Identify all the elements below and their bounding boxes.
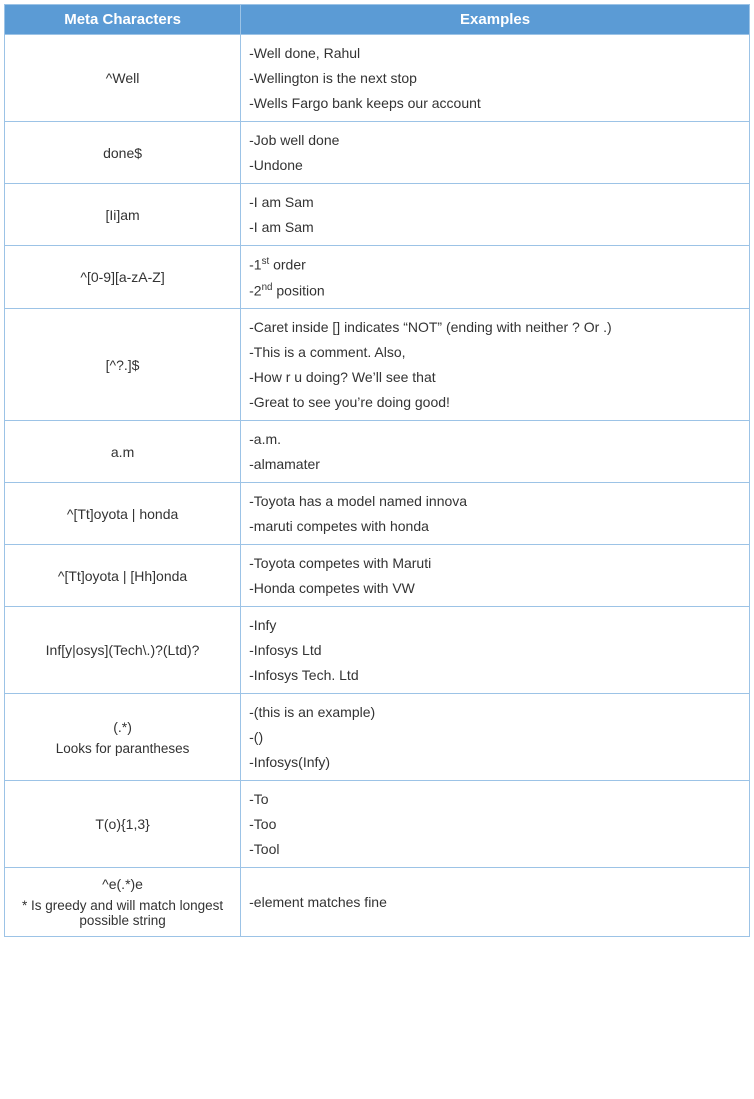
examples-cell: -Caret inside [] indicates “NOT” (ending… bbox=[241, 309, 750, 421]
pattern-cell: ^Well bbox=[5, 35, 241, 122]
pattern-cell: (.*) Looks for parantheses bbox=[5, 694, 241, 781]
pattern-text: done$ bbox=[13, 145, 232, 161]
example-line: -Well done, Rahul bbox=[249, 45, 741, 61]
example-line: -Toyota competes with Maruti bbox=[249, 555, 741, 571]
example-line: -Infosys Tech. Ltd bbox=[249, 667, 741, 683]
table-row: (.*) Looks for parantheses -(this is an ex… bbox=[5, 694, 750, 781]
example-line: -Great to see you’re doing good! bbox=[249, 394, 741, 410]
table-row: ^Well -Well done, Rahul -Wellington is the… bbox=[5, 35, 750, 122]
example-line: -Tool bbox=[249, 841, 741, 857]
examples-cell: -Toyota competes with Maruti -Honda compe… bbox=[241, 545, 750, 607]
example-line: -Undone bbox=[249, 157, 741, 173]
pattern-text: T(o){1,3} bbox=[13, 816, 232, 832]
example-line: -Caret inside [] indicates “NOT” (ending… bbox=[249, 319, 741, 335]
table-row: T(o){1,3} -To -Too -Tool bbox=[5, 781, 750, 868]
table-row: [Ii]am -I am Sam -I am Sam bbox=[5, 184, 750, 246]
pattern-cell: ^[Tt]oyota | [Hh]onda bbox=[5, 545, 241, 607]
pattern-cell: [Ii]am bbox=[5, 184, 241, 246]
pattern-text: ^Well bbox=[13, 70, 232, 86]
pattern-cell: ^e(.*)e * Is greedy and will match longes… bbox=[5, 868, 241, 937]
pattern-text: ^[0-9][a-zA-Z] bbox=[13, 269, 232, 285]
example-line: -I am Sam bbox=[249, 194, 741, 210]
table-row: ^[Tt]oyota | [Hh]onda -Toyota competes wi… bbox=[5, 545, 750, 607]
example-line: -1st order bbox=[249, 256, 741, 273]
example-line: -Infy bbox=[249, 617, 741, 633]
example-line: -Wells Fargo bank keeps our account bbox=[249, 95, 741, 111]
example-line: -() bbox=[249, 729, 741, 745]
example-line: -Toyota has a model named innova bbox=[249, 493, 741, 509]
example-line: -Infosys(Infy) bbox=[249, 754, 741, 770]
header-examples: Examples bbox=[241, 5, 750, 35]
pattern-text: ^[Tt]oyota | honda bbox=[13, 506, 232, 522]
regex-table: Meta Characters Examples ^Well -Well done… bbox=[4, 4, 750, 937]
examples-cell: -element matches fine bbox=[241, 868, 750, 937]
example-line: -Job well done bbox=[249, 132, 741, 148]
table-row: ^e(.*)e * Is greedy and will match longes… bbox=[5, 868, 750, 937]
examples-cell: -1st order -2nd position bbox=[241, 246, 750, 309]
examples-cell: -To -Too -Tool bbox=[241, 781, 750, 868]
table-row: done$ -Job well done -Undone bbox=[5, 122, 750, 184]
example-line: -element matches fine bbox=[249, 894, 741, 910]
examples-cell: -a.m. -almamater bbox=[241, 421, 750, 483]
pattern-text: [Ii]am bbox=[13, 207, 232, 223]
example-line: -2nd position bbox=[249, 282, 741, 299]
example-line: -Infosys Ltd bbox=[249, 642, 741, 658]
pattern-cell: done$ bbox=[5, 122, 241, 184]
pattern-text: a.m bbox=[13, 444, 232, 460]
table-row: ^[0-9][a-zA-Z] -1st order -2nd position bbox=[5, 246, 750, 309]
pattern-cell: Inf[y|osys](Tech\.)?(Ltd)? bbox=[5, 607, 241, 694]
example-line: -This is a comment. Also, bbox=[249, 344, 741, 360]
pattern-text: ^[Tt]oyota | [Hh]onda bbox=[13, 568, 232, 584]
pattern-text: ^e(.*)e bbox=[13, 876, 232, 892]
pattern-cell: ^[0-9][a-zA-Z] bbox=[5, 246, 241, 309]
examples-cell: -Job well done -Undone bbox=[241, 122, 750, 184]
example-line: -How r u doing? We’ll see that bbox=[249, 369, 741, 385]
pattern-note: Looks for parantheses bbox=[13, 741, 232, 756]
pattern-cell: a.m bbox=[5, 421, 241, 483]
example-line: -(this is an example) bbox=[249, 704, 741, 720]
table-row: [^?.]$ -Caret inside [] indicates “NOT” (… bbox=[5, 309, 750, 421]
example-line: -I am Sam bbox=[249, 219, 741, 235]
examples-cell: -Infy -Infosys Ltd -Infosys Tech. Ltd bbox=[241, 607, 750, 694]
table-row: Inf[y|osys](Tech\.)?(Ltd)? -Infy -Infosys … bbox=[5, 607, 750, 694]
examples-cell: -Toyota has a model named innova -maruti … bbox=[241, 483, 750, 545]
pattern-text: (.*) bbox=[13, 719, 232, 735]
table-row: ^[Tt]oyota | honda -Toyota has a model na… bbox=[5, 483, 750, 545]
pattern-note: * Is greedy and will match longest possi… bbox=[13, 898, 232, 928]
pattern-text: Inf[y|osys](Tech\.)?(Ltd)? bbox=[13, 642, 232, 658]
example-line: -Wellington is the next stop bbox=[249, 70, 741, 86]
pattern-cell: ^[Tt]oyota | honda bbox=[5, 483, 241, 545]
example-line: -Honda competes with VW bbox=[249, 580, 741, 596]
example-line: -almamater bbox=[249, 456, 741, 472]
examples-cell: -I am Sam -I am Sam bbox=[241, 184, 750, 246]
pattern-cell: T(o){1,3} bbox=[5, 781, 241, 868]
pattern-text: [^?.]$ bbox=[13, 357, 232, 373]
examples-cell: -Well done, Rahul -Wellington is the next… bbox=[241, 35, 750, 122]
example-line: -maruti competes with honda bbox=[249, 518, 741, 534]
table-row: a.m -a.m. -almamater bbox=[5, 421, 750, 483]
example-line: -a.m. bbox=[249, 431, 741, 447]
examples-cell: -(this is an example) -() -Infosys(Infy) bbox=[241, 694, 750, 781]
pattern-cell: [^?.]$ bbox=[5, 309, 241, 421]
example-line: -Too bbox=[249, 816, 741, 832]
example-line: -To bbox=[249, 791, 741, 807]
header-meta-characters: Meta Characters bbox=[5, 5, 241, 35]
